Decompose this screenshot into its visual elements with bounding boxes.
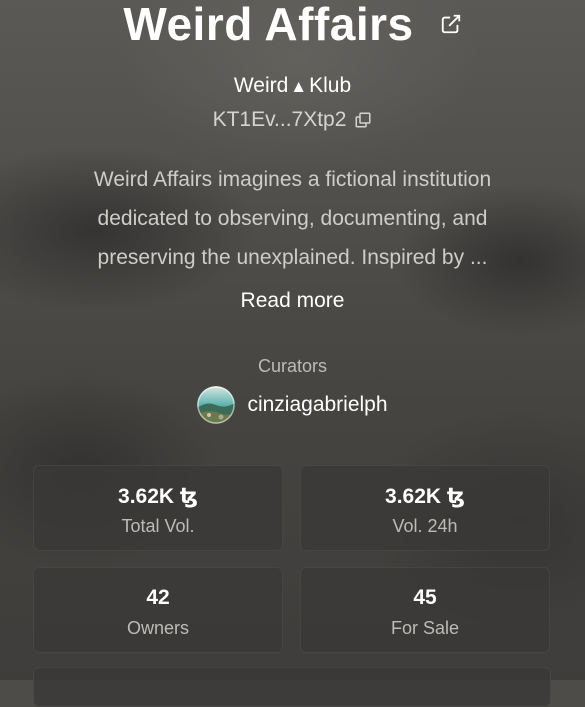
stat-label: Total Vol.	[121, 516, 195, 536]
description-line: Weird Affairs imagines a fictional insti…	[93, 168, 492, 191]
collection-title: Weird Affairs	[123, 0, 414, 50]
stat-card-partial	[33, 667, 551, 707]
stat-value: 42	[146, 586, 170, 609]
collection-description: Weird Affairs imagines a fictional insti…	[50, 160, 535, 277]
external-link-icon[interactable]	[440, 13, 462, 35]
description-line: dedicated to observing, documenting, and	[97, 207, 488, 230]
stat-value: 45	[413, 586, 437, 609]
curators-label: Curators	[257, 356, 328, 376]
stat-label: For Sale	[390, 618, 460, 638]
stat-card-volume-24h: 3.62K ꜩ Vol. 24h	[300, 465, 550, 551]
stat-label: Vol. 24h	[392, 516, 458, 536]
creator-name[interactable]: Weird ▲Klub	[0, 74, 585, 98]
creator-name-prefix: Weird	[233, 74, 289, 97]
creator-name-suffix: Klub	[309, 74, 352, 97]
stat-card-owners: 42 Owners	[33, 567, 283, 653]
stat-card-for-sale: 45 For Sale	[300, 567, 550, 653]
curator-item[interactable]: cinziagabrielph	[0, 386, 585, 424]
read-more-link[interactable]: Read more	[0, 289, 585, 313]
contract-address-row: KT1Ev...7Xtp2	[0, 108, 585, 132]
curator-name: cinziagabrielph	[247, 393, 388, 416]
stat-value: 3.62K ꜩ	[385, 485, 465, 508]
stat-value: 3.62K ꜩ	[118, 485, 198, 508]
description-line: preserving the unexplained. Inspired by …	[97, 246, 488, 269]
collection-page: Weird Affairs Weird ▲Klub KT1Ev...7Xtp2 W…	[0, 0, 585, 707]
title-row: Weird Affairs	[0, 0, 585, 52]
landscape-avatar	[197, 386, 236, 424]
stat-label: Owners	[126, 618, 189, 638]
stat-card-total-volume: 3.62K ꜩ Total Vol.	[33, 465, 283, 551]
contract-address: KT1Ev...7Xtp2	[212, 108, 347, 131]
triangle-icon: ▲	[290, 77, 308, 96]
copy-icon[interactable]	[354, 111, 372, 129]
